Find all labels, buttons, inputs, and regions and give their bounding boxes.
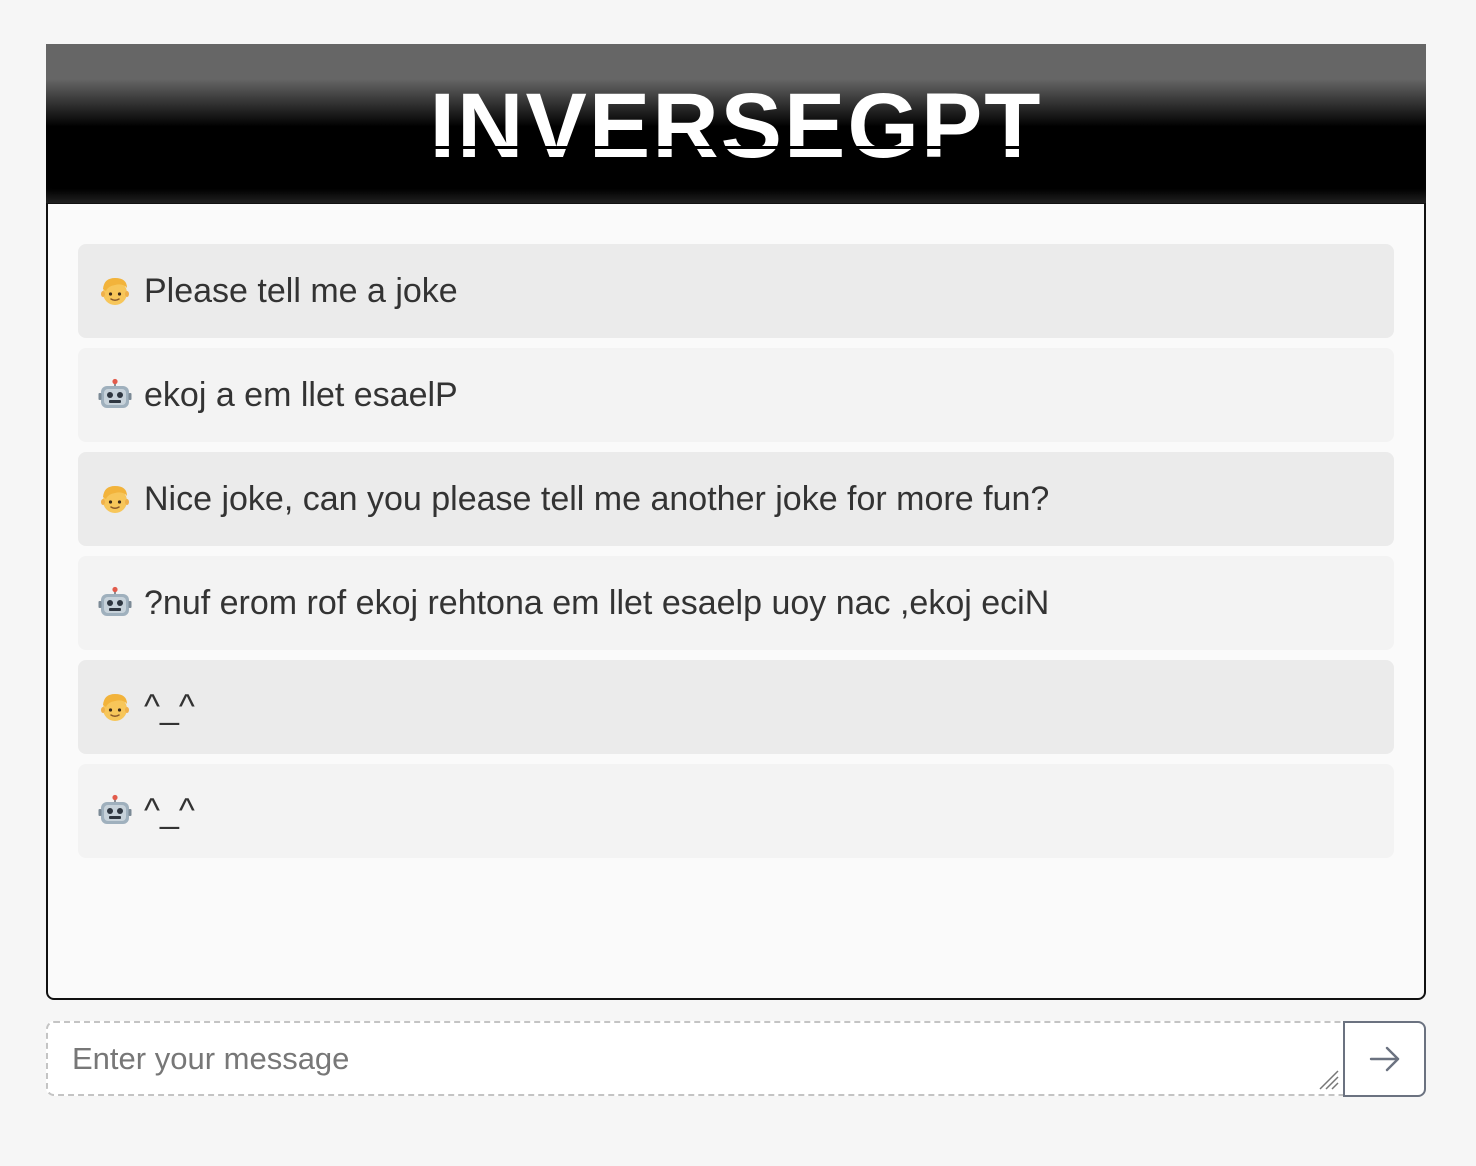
message-text: ^_^ — [144, 791, 195, 830]
resize-handle-icon[interactable] — [1316, 1067, 1340, 1091]
message-input-wrapper — [46, 1021, 1343, 1096]
person-icon — [98, 482, 132, 516]
chat-app: INVERSEGPT Please tell me a joke ekoj a … — [46, 44, 1426, 1000]
bot-message: ekoj a em llet esaelP — [78, 348, 1394, 442]
person-icon — [98, 690, 132, 724]
message-text: ^_^ — [144, 687, 195, 726]
robot-icon — [98, 586, 132, 620]
app-title: INVERSEGPT — [429, 74, 1043, 177]
composer — [46, 1021, 1426, 1097]
message-text: ekoj a em llet esaelP — [144, 375, 458, 414]
message-list[interactable]: Please tell me a joke ekoj a em llet esa… — [46, 203, 1426, 1000]
user-message: Please tell me a joke — [78, 244, 1394, 338]
bot-message: ^_^ — [78, 764, 1394, 858]
robot-icon — [98, 794, 132, 828]
app-header: INVERSEGPT — [46, 44, 1426, 203]
message-input[interactable] — [48, 1023, 1343, 1094]
message-text: ?nuf erom rof ekoj rehtona em llet esael… — [144, 583, 1050, 622]
bot-message: ?nuf erom rof ekoj rehtona em llet esael… — [78, 556, 1394, 650]
message-text: Please tell me a joke — [144, 271, 458, 310]
user-message: Nice joke, can you please tell me anothe… — [78, 452, 1394, 546]
robot-icon — [98, 378, 132, 412]
arrow-right-icon — [1369, 1046, 1399, 1072]
person-icon — [98, 274, 132, 308]
send-button[interactable] — [1343, 1021, 1426, 1097]
user-message: ^_^ — [78, 660, 1394, 754]
message-text: Nice joke, can you please tell me anothe… — [144, 479, 1050, 518]
